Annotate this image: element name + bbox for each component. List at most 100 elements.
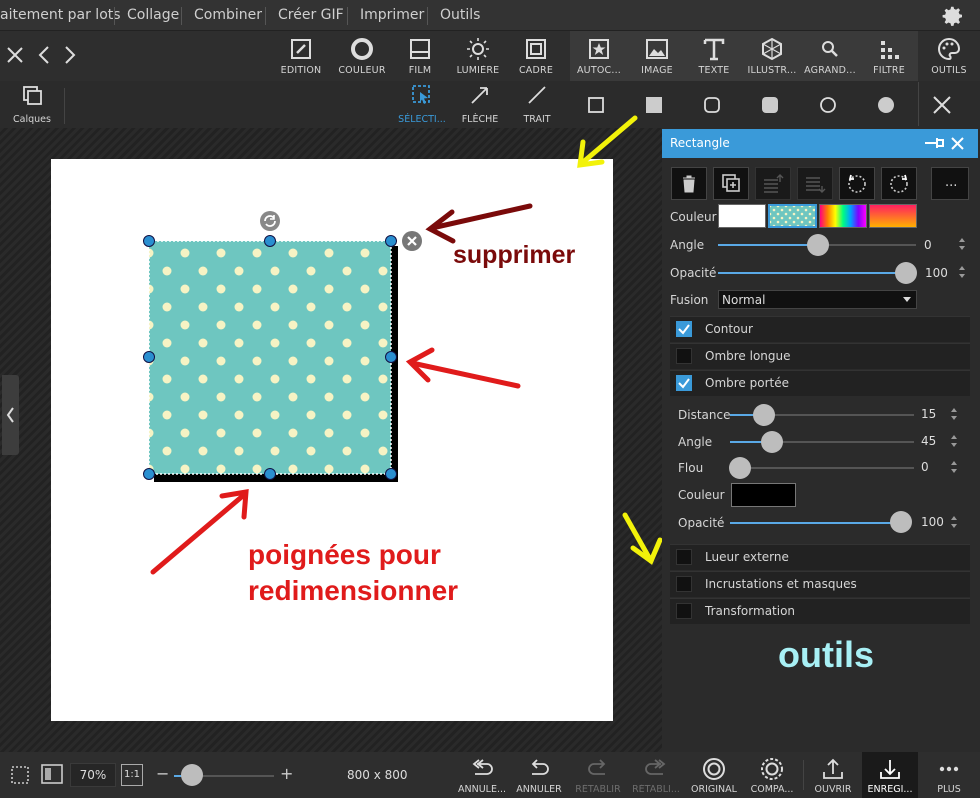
pin-icon[interactable] <box>924 136 944 150</box>
selected-rectangle-shape[interactable] <box>140 208 430 498</box>
menu-create-gif[interactable]: Créer GIF <box>278 0 344 31</box>
menu-combine[interactable]: Combiner <box>194 0 262 31</box>
shadow-opacity-slider-knob[interactable] <box>890 511 912 533</box>
rotate-left-button[interactable] <box>839 167 875 200</box>
circle-filled-shape-icon[interactable] <box>877 96 895 114</box>
rotate-handle-icon[interactable] <box>259 210 281 232</box>
shadow-angle-slider-knob[interactable] <box>761 431 783 453</box>
layers-button[interactable]: Calques <box>8 84 56 128</box>
settings-gear-icon[interactable] <box>941 4 965 28</box>
distance-slider-track <box>764 414 914 416</box>
rounded-rect-filled-shape-icon[interactable] <box>761 96 779 114</box>
rounded-rect-outline-shape-icon[interactable] <box>703 96 721 114</box>
rotate-right-button[interactable] <box>881 167 917 200</box>
zoom-slider-knob[interactable] <box>181 764 203 786</box>
tool-agrandir[interactable]: AGRAND... <box>802 31 858 81</box>
drop-shadow-checkbox[interactable] <box>676 375 692 391</box>
original-button[interactable]: ORIGINAL <box>688 752 740 798</box>
tool-edition[interactable]: EDITION <box>276 31 326 81</box>
more-options-button[interactable]: ... <box>931 167 969 200</box>
zoom-in-icon[interactable]: + <box>280 766 293 782</box>
annotation-tools: outils <box>778 634 874 675</box>
shadow-angle-value[interactable]: 45 <box>921 434 936 448</box>
tool-film[interactable]: FILM <box>396 31 444 81</box>
redo-icon <box>585 756 611 782</box>
overlays-checkbox[interactable] <box>676 576 692 592</box>
tool-autocollant[interactable]: AUTOC... <box>574 31 624 81</box>
outer-glow-checkbox[interactable] <box>676 549 692 565</box>
shadow-opacity-spinner-icon[interactable] <box>950 515 958 529</box>
menu-print[interactable]: Imprimer <box>360 0 424 31</box>
color-label: Couleur <box>670 210 717 224</box>
bring-forward-button[interactable] <box>755 167 791 200</box>
distance-value[interactable]: 15 <box>921 407 936 421</box>
redo-all-icon <box>643 756 669 782</box>
angle-slider-knob[interactable] <box>807 234 829 256</box>
zoom-out-icon[interactable]: − <box>156 766 169 782</box>
tool-outils[interactable]: OUTILS <box>924 31 974 81</box>
long-shadow-checkbox[interactable] <box>676 348 692 364</box>
fusion-select[interactable]: Normal <box>718 290 917 309</box>
transformation-checkbox[interactable] <box>676 603 692 619</box>
tool-cadre[interactable]: CADRE <box>512 31 560 81</box>
menu-tools[interactable]: Outils <box>440 0 480 31</box>
blur-slider-knob[interactable] <box>729 457 751 479</box>
tool-lumiere[interactable]: LUMIÈRE <box>452 31 504 81</box>
annotation-delete: supprimer <box>453 241 576 269</box>
shadow-angle-spinner-icon[interactable] <box>950 434 958 448</box>
shadow-color-label: Couleur <box>678 488 725 502</box>
angle-value[interactable]: 0 <box>924 238 932 252</box>
distance-spinner-icon[interactable] <box>950 407 958 421</box>
gradient-swatch-warm[interactable] <box>869 204 917 228</box>
select-tool-button[interactable]: SÉLECTI... <box>394 84 450 128</box>
duplicate-button[interactable] <box>713 167 749 200</box>
shadow-opacity-value[interactable]: 100 <box>921 515 944 529</box>
contour-checkbox[interactable] <box>676 321 692 337</box>
menu-divider <box>427 7 428 25</box>
redo-all-button[interactable]: RÉTABLI... <box>630 752 682 798</box>
delete-button[interactable] <box>671 167 707 200</box>
chevron-right-icon[interactable] <box>62 45 78 65</box>
tool-image[interactable]: IMAGE <box>633 31 681 81</box>
arrow-tool-button[interactable]: FLÈCHE <box>456 84 504 128</box>
close-icon[interactable] <box>5 45 25 65</box>
save-button[interactable]: ENREGI... <box>862 752 918 798</box>
send-backward-button[interactable] <box>797 167 833 200</box>
more-button[interactable]: PLUS <box>924 752 974 798</box>
zoom-value[interactable]: 70% <box>70 763 116 787</box>
opacity-value[interactable]: 100 <box>925 266 948 280</box>
close-shapes-icon[interactable] <box>931 94 953 116</box>
select-all-icon[interactable] <box>9 764 31 786</box>
line-tool-button[interactable]: TRAIT <box>514 84 560 128</box>
tool-illustration[interactable]: ILLUSTR... <box>744 31 800 81</box>
distance-slider-knob[interactable] <box>753 404 775 426</box>
pattern-swatch[interactable] <box>768 204 817 228</box>
actual-size-button[interactable]: 1:1 <box>121 764 143 786</box>
redo-button[interactable]: RÉTABLIR <box>572 752 624 798</box>
blur-value[interactable]: 0 <box>921 460 929 474</box>
menu-collage[interactable]: Collage <box>127 0 179 31</box>
delete-shape-icon[interactable] <box>401 230 423 252</box>
shadow-color-swatch[interactable] <box>731 483 796 507</box>
tool-filtre[interactable]: FILTRE <box>864 31 914 81</box>
collapse-panel-button[interactable] <box>2 375 19 455</box>
compare-button[interactable]: COMPA... <box>746 752 798 798</box>
circle-outline-shape-icon[interactable] <box>819 96 837 114</box>
opacity-slider-knob[interactable] <box>895 262 917 284</box>
fit-screen-icon[interactable] <box>40 763 64 785</box>
undo-button[interactable]: ANNULER <box>514 752 564 798</box>
panel-close-icon[interactable] <box>951 137 964 150</box>
rectangle-filled-shape-icon[interactable] <box>645 96 663 114</box>
chevron-left-icon[interactable] <box>36 45 52 65</box>
tool-couleur[interactable]: COULEUR <box>335 31 389 81</box>
rectangle-outline-shape-icon[interactable] <box>587 96 605 114</box>
open-button[interactable]: OUVRIR <box>808 752 858 798</box>
menu-batch[interactable]: aitement par lots <box>0 0 121 31</box>
gradient-swatch-rainbow[interactable] <box>819 204 867 228</box>
opacity-spinner-icon[interactable] <box>958 265 966 279</box>
color-swatch-white[interactable] <box>718 204 766 228</box>
tool-texte[interactable]: TEXTE <box>690 31 738 81</box>
undo-all-button[interactable]: ANNULE... <box>456 752 508 798</box>
angle-spinner-icon[interactable] <box>958 237 966 251</box>
blur-spinner-icon[interactable] <box>950 460 958 474</box>
